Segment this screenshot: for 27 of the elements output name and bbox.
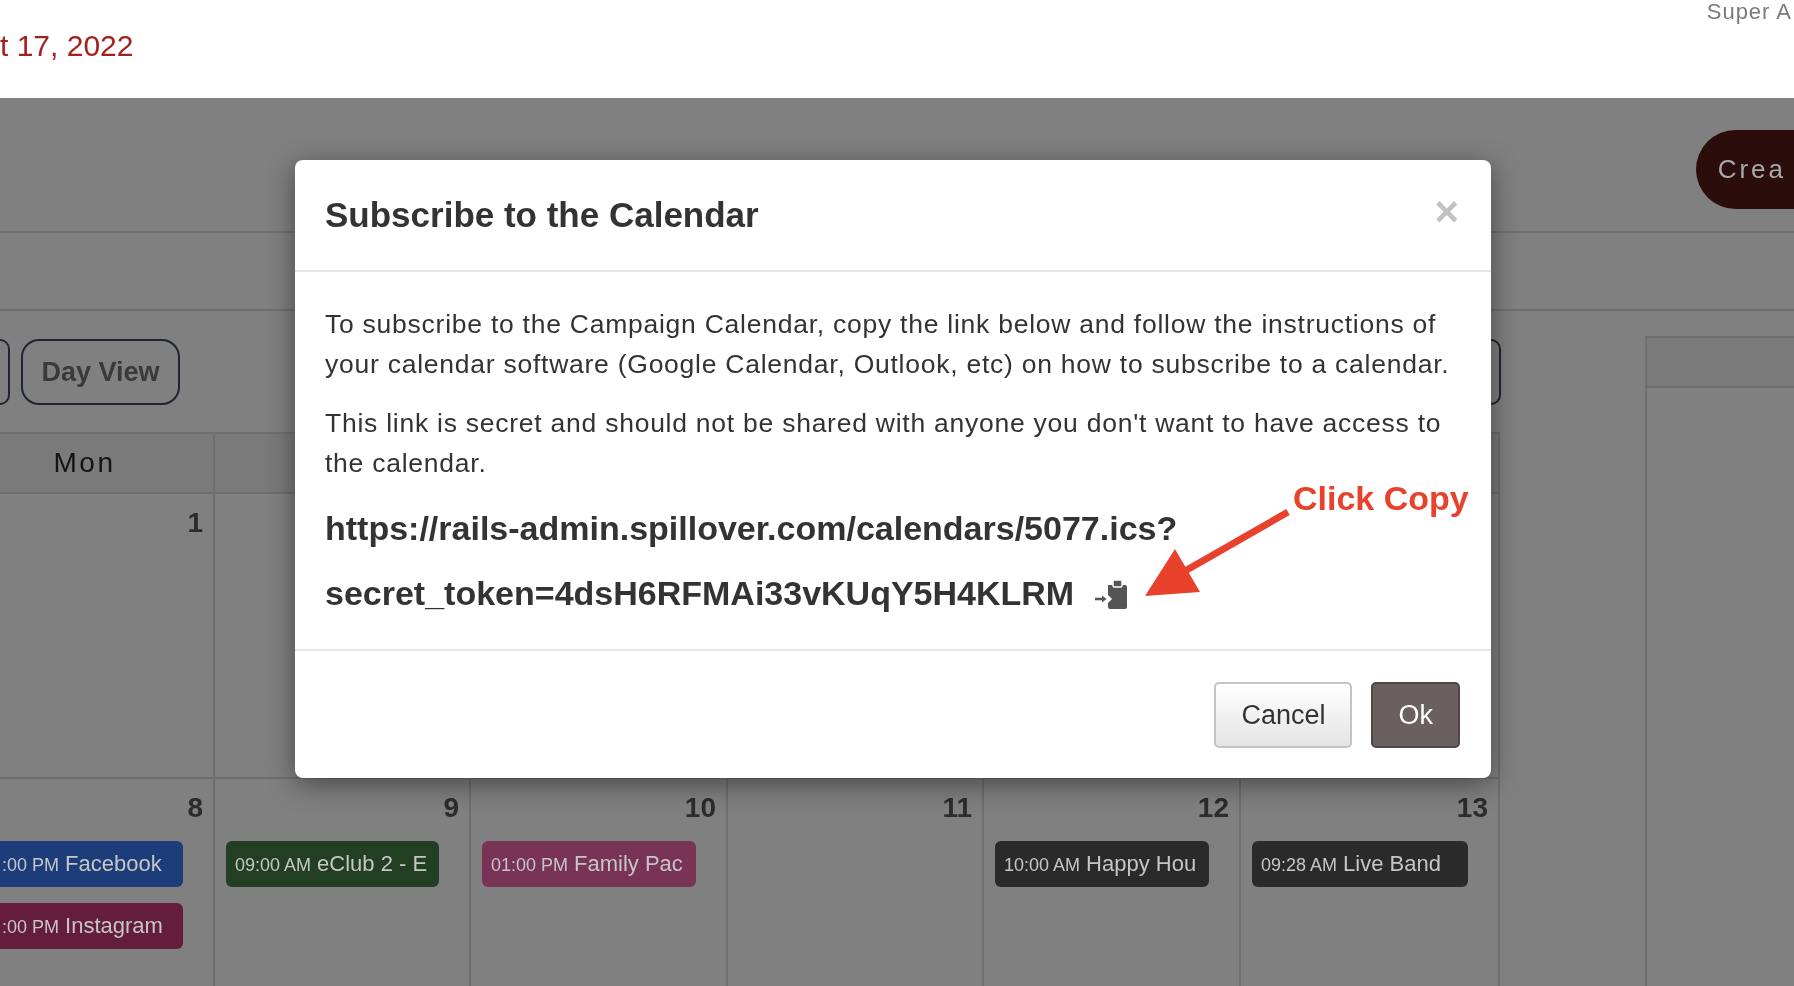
dialog-text: This link is secret and should not be shared with anyone you don't want to have access to the calendar. xyxy=(325,407,1443,480)
weekday-label: Mon xyxy=(53,447,116,479)
button-edge[interactable] xyxy=(0,339,10,405)
ok-button[interactable]: Ok xyxy=(1371,682,1460,748)
cancel-button[interactable]: Cancel xyxy=(1214,682,1353,748)
day-number: 13 xyxy=(1456,792,1488,824)
calendar-event[interactable]: 09:28 AM Live Band xyxy=(1252,841,1468,887)
calendar-event[interactable]: :00 PM Facebook xyxy=(0,841,183,887)
dialog-title: Subscribe to the Calendar xyxy=(325,194,759,236)
day-number: 1 xyxy=(187,507,203,539)
day-number: 10 xyxy=(684,792,716,824)
calendar-event[interactable]: 10:00 AM Happy Hou xyxy=(995,841,1209,887)
calendar-event[interactable]: 09:00 AM eClub 2 - E xyxy=(226,841,439,887)
day-number: 12 xyxy=(1197,792,1229,824)
day-number: 9 xyxy=(443,792,459,824)
create-button[interactable]: Crea xyxy=(1695,130,1794,209)
day-number: 8 xyxy=(187,792,203,824)
annotation-text: Click Copy xyxy=(1293,478,1469,518)
header-date: t 17, 2022 xyxy=(0,28,134,64)
day-number: 11 xyxy=(942,792,972,824)
clipboard-icon[interactable] xyxy=(1095,578,1128,609)
calendar-event[interactable]: :00 PM Instagram xyxy=(0,903,183,949)
calendar-event[interactable]: 01:00 PM Family Pac xyxy=(482,841,696,887)
user-name[interactable]: Super A xyxy=(1706,0,1792,24)
dialog-text: To subscribe to the Campaign Calendar, copy the link below and follow the instructions of your calendar software (Google Calendar, Outlook, etc) on how to subscribe to a calendar. xyxy=(325,308,1451,381)
subscription-url: secret_token=4dsH6RFMAi33vKUqY5H4KLRM xyxy=(325,573,1075,614)
subscription-url: https://rails-admin.spillover.com/calendars/5077.ics? xyxy=(325,508,1178,549)
